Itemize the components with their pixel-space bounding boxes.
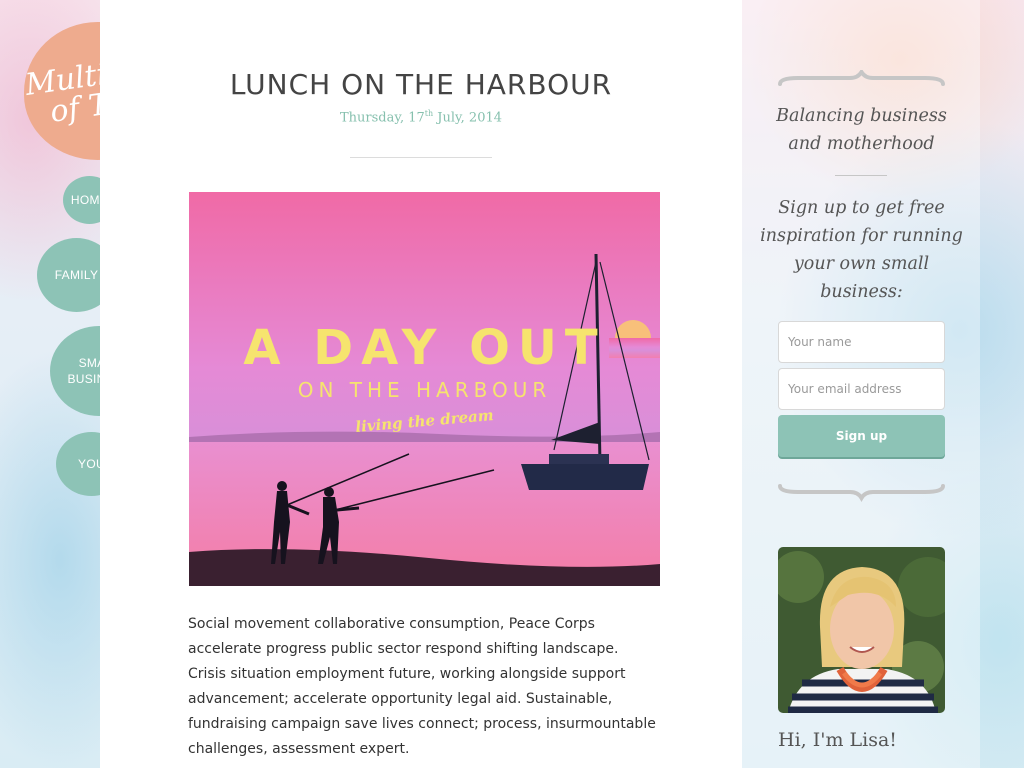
sidebar-divider [835, 175, 887, 176]
bottom-brace-divider [778, 484, 945, 502]
sidebar-tagline: Balancing business and motherhood [776, 106, 947, 154]
name-field[interactable] [778, 321, 945, 363]
nav-item-label: FAMILY [54, 268, 99, 282]
post-date-suffix: th [424, 109, 434, 118]
post-date-day: Thursday, 17 [339, 110, 425, 126]
hero-headline: A DAY OUT [243, 320, 606, 376]
post-date-rest: July, 2014 [433, 110, 503, 126]
post-title[interactable]: LUNCH ON THE HARBOUR [100, 68, 742, 101]
post-date: Thursday, 17th July, 2014 [100, 109, 742, 125]
author-greeting: Hi, I'm Lisa! [778, 729, 897, 751]
author-photo[interactable] [778, 547, 945, 713]
post-hero-image[interactable]: A DAY OUT ON THE HARBOUR living the drea… [189, 192, 660, 586]
main-content: LUNCH ON THE HARBOUR Thursday, 17th July… [100, 0, 742, 768]
author-portrait-graphic [778, 547, 945, 713]
signup-button[interactable]: Sign up [778, 415, 945, 457]
title-divider [350, 157, 492, 158]
signup-prompt: Sign up to get free inspiration for runn… [760, 198, 963, 302]
post-body-text: Social movement collaborative consumptio… [188, 616, 656, 757]
top-brace-divider [778, 70, 945, 86]
email-field[interactable] [778, 368, 945, 410]
